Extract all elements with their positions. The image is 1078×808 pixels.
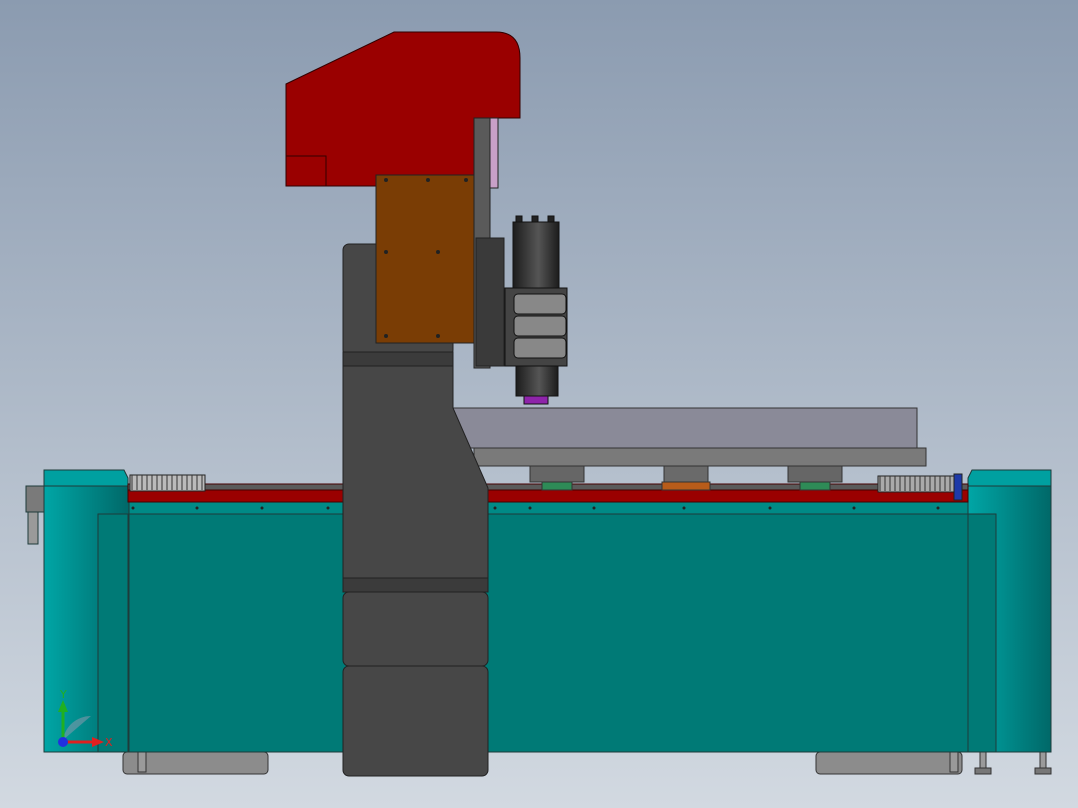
linear-guide-block: [799, 481, 831, 491]
clamp-band: [513, 315, 567, 337]
machine-base: [25, 469, 1052, 753]
table-frame: [473, 447, 927, 467]
red-rail: [127, 489, 969, 503]
linear-guide-block: [541, 481, 573, 491]
leveling-foot-base: [974, 767, 992, 775]
nut-housing: [663, 465, 709, 483]
column-band: [342, 351, 454, 367]
column-foot-lower: [342, 665, 489, 777]
leveling-foot: [137, 751, 147, 773]
x-axis-label: X: [105, 736, 113, 749]
spindle-top-nut: [547, 215, 555, 223]
limit-switch: [953, 473, 963, 501]
brown-bracket: [375, 174, 475, 344]
spindle-top-nut: [515, 215, 523, 223]
table-bracket: [529, 465, 585, 483]
column-foot-upper: [342, 591, 489, 667]
z-rail-accent: [489, 117, 499, 189]
collet-nut: [523, 395, 549, 405]
leveling-foot-base: [1034, 767, 1052, 775]
end-cap-left-top: [43, 469, 129, 487]
cad-viewport[interactable]: Y X: [0, 0, 1078, 808]
z-slide-plate: [475, 237, 505, 367]
end-cap-right-top: [967, 469, 1052, 487]
z-axis-dot: [58, 737, 68, 747]
column-band: [342, 577, 489, 593]
spindle-top-nut: [531, 215, 539, 223]
end-cap-right-face: [967, 513, 997, 753]
clamp-band: [513, 293, 567, 315]
spindle-motor: [512, 221, 560, 289]
table-bracket: [787, 465, 843, 483]
side-handle-post: [27, 511, 39, 545]
side-handle: [25, 485, 45, 513]
housing-panel: [285, 155, 327, 187]
y-axis-label: Y: [59, 688, 67, 701]
cnc-machine-model[interactable]: Y X: [0, 0, 1078, 808]
spindle-nose: [515, 365, 559, 397]
ballscrew-nut: [661, 481, 711, 491]
rack-left: [129, 474, 206, 492]
end-cap-left-face: [97, 513, 129, 753]
base-body: [127, 511, 969, 753]
table-top: [451, 407, 918, 449]
foot-pad-right: [815, 751, 963, 775]
base-top-strip: [127, 501, 969, 515]
leveling-foot: [949, 751, 959, 773]
clamp-band: [513, 337, 567, 359]
